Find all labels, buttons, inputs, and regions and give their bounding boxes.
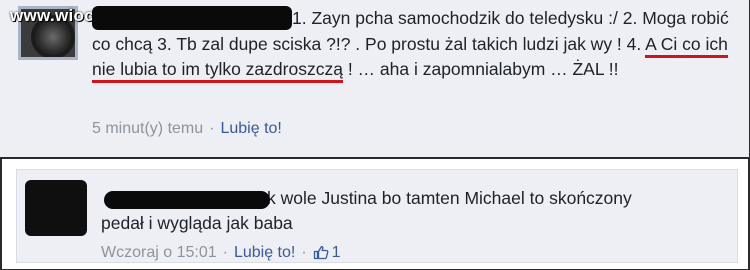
separator: · — [301, 244, 307, 261]
comment-panel-2: k wole Justina bo tamten Michael to skoń… — [0, 158, 750, 270]
comment-meta: 5 minut(y) temu · Lubię to! — [92, 120, 282, 138]
screenshot: www.wiocha.pl 1. Zayn pcha samochodzik d… — [0, 0, 750, 270]
timestamp[interactable]: Wczoraj o 15:01 — [101, 244, 217, 261]
thumbs-up-icon — [313, 245, 329, 260]
separator: · — [222, 244, 228, 261]
comment-panel-1: www.wiocha.pl 1. Zayn pcha samochodzik d… — [0, 0, 750, 158]
timestamp[interactable]: 5 minut(y) temu — [92, 120, 203, 137]
comment-box: k wole Justina bo tamten Michael to skoń… — [16, 169, 738, 263]
like-count[interactable]: 1 — [313, 244, 341, 261]
avatar-redacted[interactable] — [25, 180, 87, 236]
redacted-author-name — [104, 191, 270, 209]
like-count-value: 1 — [331, 244, 341, 261]
separator: · — [209, 120, 215, 137]
like-link[interactable]: Lubię to! — [220, 120, 281, 137]
comment-text-after: ! … aha i zapomnialabym … ŻAL !! — [342, 59, 619, 79]
comment-meta: Wczoraj o 15:01 · Lubię to! · 1 — [101, 244, 341, 262]
like-link[interactable]: Lubię to! — [234, 244, 295, 261]
redacted-author-name — [92, 6, 292, 30]
